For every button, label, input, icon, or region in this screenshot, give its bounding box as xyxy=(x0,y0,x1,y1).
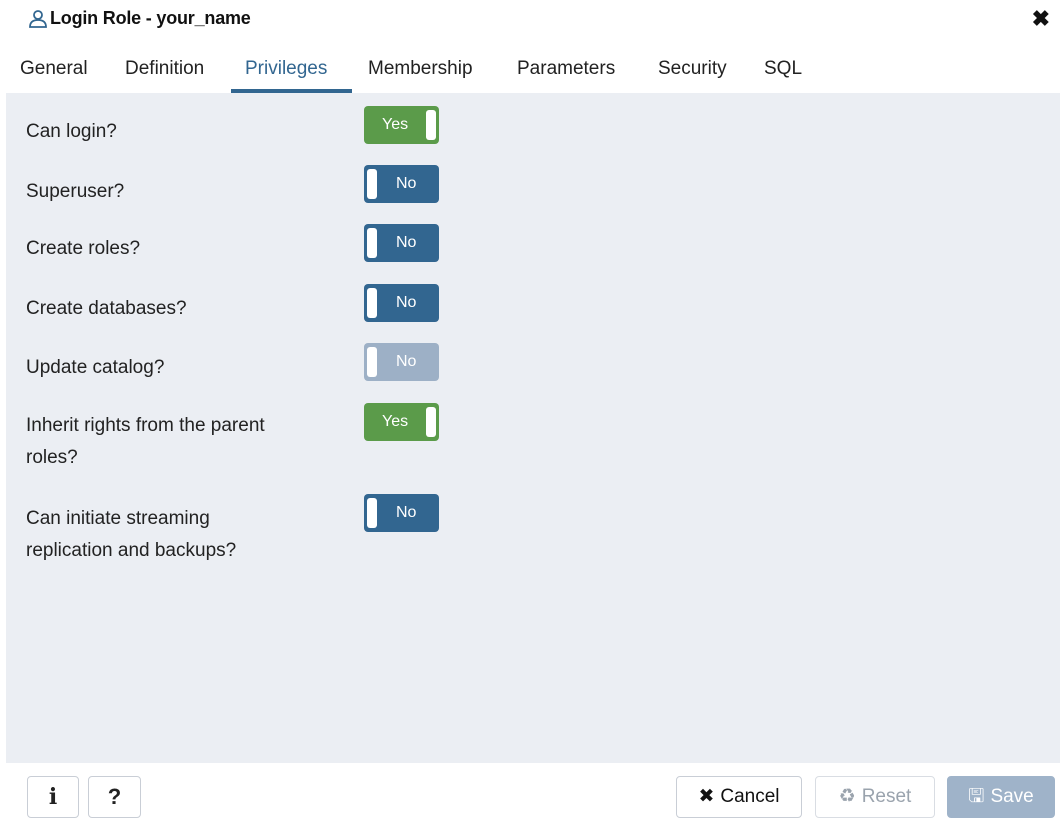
tab-parameters[interactable]: Parameters xyxy=(517,47,615,91)
inherit-rights-label: Inherit rights from the parent roles? xyxy=(26,415,265,468)
cancel-label: Cancel xyxy=(720,786,780,807)
tab-security[interactable]: Security xyxy=(658,47,727,91)
dialog-titlebar: Login Role - your_name ✖ xyxy=(0,0,1060,40)
recycle-icon: ♻ xyxy=(838,786,856,807)
tab-privileges[interactable]: Privileges xyxy=(245,47,327,91)
info-button[interactable]: i xyxy=(27,776,79,818)
toggle-knob xyxy=(367,288,377,318)
can-login-label: Can login? xyxy=(26,121,117,142)
toggle-knob xyxy=(426,407,436,437)
toggle-knob xyxy=(367,228,377,258)
update-catalog-label: Update catalog? xyxy=(26,357,165,378)
toggle-knob xyxy=(367,169,377,199)
replication-label: Can initiate streaming replication and b… xyxy=(26,508,237,561)
tab-sql[interactable]: SQL xyxy=(764,47,802,91)
toggle-state: Yes xyxy=(382,413,409,430)
reset-label: Reset xyxy=(861,786,912,807)
inherit-rights-toggle[interactable]: Yes xyxy=(364,403,439,441)
close-icon[interactable]: ✖ xyxy=(1032,6,1050,32)
dialog-footer: i ? ✖ Cancel ♻ Reset 🖫 Save xyxy=(0,763,1060,821)
toggle-state: No xyxy=(396,504,417,521)
toggle-knob xyxy=(367,498,377,528)
dialog-title: Login Role - your_name xyxy=(50,8,251,28)
create-databases-label: Create databases? xyxy=(26,298,187,319)
toggle-state: No xyxy=(396,294,417,311)
reset-button: ♻ Reset xyxy=(815,776,935,818)
superuser-label: Superuser? xyxy=(26,181,125,202)
toggle-state: Yes xyxy=(382,116,409,133)
toggle-knob xyxy=(426,110,436,140)
close-icon: ✖ xyxy=(698,786,715,807)
replication-toggle[interactable]: No xyxy=(364,494,439,532)
help-button[interactable]: ? xyxy=(88,776,141,818)
update-catalog-toggle: No xyxy=(364,343,439,381)
floppy-disk-icon: 🖫 xyxy=(968,786,985,807)
tab-membership[interactable]: Membership xyxy=(368,47,473,91)
can-login-toggle[interactable]: Yes xyxy=(364,106,439,144)
user-icon xyxy=(29,10,47,28)
save-button: 🖫 Save xyxy=(947,776,1055,818)
toggle-state: No xyxy=(396,353,417,370)
toggle-state: No xyxy=(396,175,417,192)
tab-general[interactable]: General xyxy=(20,47,88,91)
create-databases-toggle[interactable]: No xyxy=(364,284,439,322)
tab-definition[interactable]: Definition xyxy=(125,47,204,91)
superuser-toggle[interactable]: No xyxy=(364,165,439,203)
create-roles-label: Create roles? xyxy=(26,238,141,259)
save-label: Save xyxy=(990,786,1034,807)
tab-bar: General Definition Privileges Membership… xyxy=(0,47,1060,93)
create-roles-toggle[interactable]: No xyxy=(364,224,439,262)
cancel-button[interactable]: ✖ Cancel xyxy=(676,776,802,818)
toggle-knob xyxy=(367,347,377,377)
toggle-state: No xyxy=(396,234,417,251)
